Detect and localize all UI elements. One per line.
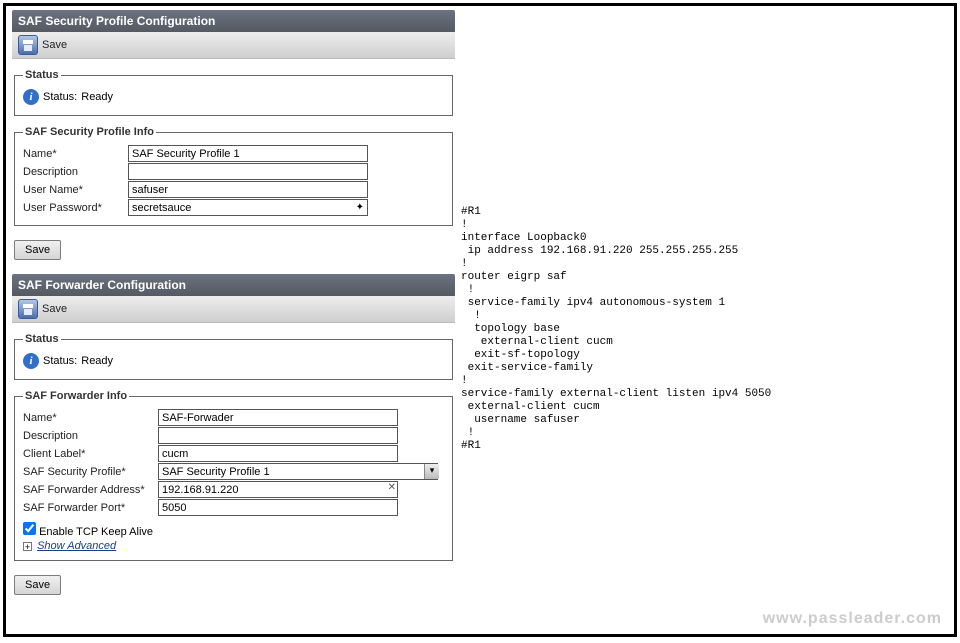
status-legend: Status	[23, 333, 61, 345]
description-label: Description	[23, 166, 128, 178]
fwd-name-label: Name	[23, 412, 158, 424]
save-icon[interactable]	[18, 299, 38, 319]
client-label-label: Client Label	[23, 448, 158, 460]
profile-info-legend: SAF Security Profile Info	[23, 126, 156, 138]
name-label: Name	[23, 148, 128, 160]
fwd-port-input[interactable]	[158, 499, 398, 516]
show-advanced-link[interactable]: Show Advanced	[37, 540, 116, 552]
keepalive-checkbox[interactable]	[23, 522, 36, 535]
section2-info-fieldset: SAF Forwarder Info Name Description Clie…	[14, 390, 453, 561]
fwd-addr-label: SAF Forwarder Address	[23, 484, 158, 496]
sec-profile-label: SAF Security Profile	[23, 466, 158, 478]
save-button[interactable]: Save	[14, 575, 61, 595]
username-input[interactable]	[128, 181, 368, 198]
password-input[interactable]: secretsauce ✦	[128, 199, 368, 216]
section1-header: SAF Security Profile Configuration	[12, 10, 455, 32]
section2-toolbar: Save	[12, 296, 455, 323]
watermark: www.passleader.com	[763, 610, 942, 628]
save-button[interactable]: Save	[42, 39, 67, 51]
fwd-description-input[interactable]	[158, 427, 398, 444]
info-icon: i	[23, 89, 39, 105]
status-label: Status:	[43, 355, 77, 367]
info-icon: i	[23, 353, 39, 369]
client-label-input[interactable]	[158, 445, 398, 462]
save-button[interactable]: Save	[14, 240, 61, 260]
keepalive-label: Enable TCP Keep Alive	[39, 526, 153, 538]
save-button[interactable]: Save	[42, 303, 67, 315]
sec-profile-select[interactable]	[158, 463, 438, 480]
fwd-addr-input[interactable]	[158, 481, 398, 498]
status-legend: Status	[23, 69, 61, 81]
forwarder-info-legend: SAF Forwarder Info	[23, 390, 129, 402]
username-label: User Name	[23, 184, 128, 196]
password-dropdown-icon: ✦	[356, 202, 364, 213]
status-value: Ready	[81, 355, 113, 367]
expand-icon[interactable]: +	[23, 542, 32, 551]
description-input[interactable]	[128, 163, 368, 180]
section2-header: SAF Forwarder Configuration	[12, 274, 455, 296]
status-label: Status:	[43, 91, 77, 103]
save-icon[interactable]	[18, 35, 38, 55]
fwd-port-label: SAF Forwarder Port	[23, 502, 158, 514]
section1-info-fieldset: SAF Security Profile Info Name Descripti…	[14, 126, 453, 226]
fwd-name-input[interactable]	[158, 409, 398, 426]
section1-status-fieldset: Status i Status: Ready	[14, 69, 453, 116]
section1-toolbar: Save	[12, 32, 455, 59]
status-value: Ready	[81, 91, 113, 103]
router-config-text: #R1 ! interface Loopback0 ip address 192…	[461, 6, 941, 453]
password-label: User Password	[23, 202, 128, 214]
name-input[interactable]	[128, 145, 368, 162]
fwd-description-label: Description	[23, 430, 158, 442]
section2-status-fieldset: Status i Status: Ready	[14, 333, 453, 380]
